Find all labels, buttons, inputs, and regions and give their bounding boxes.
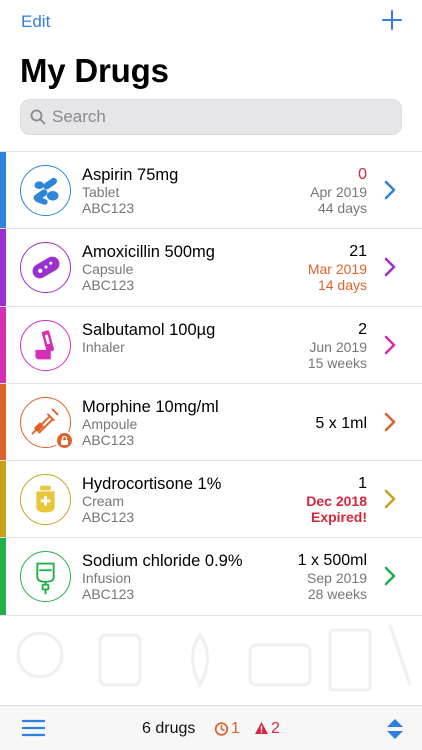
- drug-code: ABC123: [82, 509, 135, 526]
- infusion-bag-icon: [36, 563, 55, 595]
- drug-code: ABC123: [82, 586, 135, 603]
- drug-remaining: 44 days: [317, 200, 367, 216]
- chevron-right-icon: [384, 489, 396, 509]
- search-placeholder: Search: [52, 107, 106, 126]
- drug-quantity: 5 x 1ml: [315, 414, 367, 432]
- warning-icon: [255, 722, 268, 734]
- drug-quantity: 2: [358, 320, 367, 338]
- drug-code: ABC123: [82, 277, 135, 294]
- drug-row[interactable]: Amoxicillin 500mg Capsule ABC123 21 Mar …: [0, 229, 422, 307]
- drug-code: ABC123: [82, 200, 135, 216]
- color-stripe: [0, 538, 6, 615]
- sort-arrows-icon[interactable]: [386, 718, 404, 740]
- cream-tube-icon: [36, 485, 55, 513]
- drug-expiry: Dec 2018: [306, 493, 367, 510]
- tablets-icon: [33, 177, 59, 205]
- drug-quantity: 21: [349, 243, 367, 261]
- drug-remaining: 15 weeks: [307, 354, 367, 371]
- page-title: My Drugs: [20, 52, 169, 89]
- drug-quantity: 1: [358, 475, 367, 493]
- drug-remaining: 14 days: [317, 277, 367, 294]
- color-stripe: [0, 383, 6, 461]
- drug-name: Hydrocortisone 1%: [82, 475, 222, 494]
- drug-expiry: Jun 2019: [309, 338, 367, 355]
- chevron-right-icon: [384, 567, 396, 586]
- lock-icon: [55, 430, 74, 450]
- drug-form: Infusion: [82, 570, 132, 587]
- drug-name: Aspirin 75mg: [82, 166, 179, 184]
- drug-form: Tablet: [82, 184, 120, 200]
- drug-count: 6 drugs: [142, 720, 196, 737]
- drug-code: ABC123: [82, 431, 135, 448]
- navigation-bar: Edit: [0, 0, 422, 44]
- drug-expiry: Sep 2019: [307, 570, 367, 587]
- drug-quantity: 1 x 500ml: [297, 552, 367, 570]
- drug-form: Capsule: [82, 261, 134, 278]
- drug-expiry: Mar 2019: [307, 261, 367, 278]
- drug-remaining: 28 weeks: [307, 586, 367, 603]
- plus-icon[interactable]: [380, 8, 404, 32]
- drug-row[interactable]: Hydrocortisone 1% Cream ABC123 1 Dec 201…: [0, 461, 422, 539]
- drug-icon-circle: [20, 551, 71, 603]
- drug-icon-circle: [20, 319, 71, 371]
- color-stripe: [0, 306, 6, 383]
- drug-row[interactable]: Sodium chloride 0.9% Infusion ABC123 1 x…: [0, 538, 422, 616]
- bottom-toolbar: 6 drugs 1 2: [0, 705, 422, 750]
- color-stripe: [0, 152, 6, 229]
- capsule-icon: [32, 256, 60, 279]
- drug-row[interactable]: Morphine 10mg/ml Ampoule ABC123 5 x 1ml: [0, 383, 422, 462]
- drug-name: Amoxicillin 500mg: [82, 243, 215, 262]
- chevron-right-icon: [384, 412, 396, 432]
- drug-icon-circle: [20, 474, 71, 526]
- drug-form: Inhaler: [82, 338, 125, 355]
- drug-icon-circle: [20, 242, 71, 294]
- timer-icon: [214, 722, 229, 736]
- chevron-right-icon: [384, 257, 396, 277]
- edit-button[interactable]: Edit: [21, 12, 50, 32]
- inhaler-icon: [35, 329, 54, 360]
- drug-expiry: Apr 2019: [310, 184, 367, 200]
- expired-count: 2: [271, 720, 280, 737]
- drug-row[interactable]: Aspirin 75mg Tablet ABC123 0 Apr 2019 44…: [0, 152, 422, 230]
- hamburger-icon[interactable]: [22, 719, 45, 737]
- chevron-right-icon: [384, 180, 396, 200]
- drug-name: Sodium chloride 0.9%: [82, 552, 243, 571]
- drug-remaining: Expired!: [310, 509, 367, 526]
- drug-quantity: 0: [358, 166, 367, 183]
- drug-name: Salbutamol 100µg: [82, 320, 216, 339]
- search-input[interactable]: Search: [20, 99, 402, 135]
- drug-name: Morphine 10mg/ml: [82, 397, 219, 416]
- drug-form: Ampoule: [82, 415, 138, 432]
- color-stripe: [0, 461, 6, 538]
- drug-form: Cream: [82, 493, 125, 510]
- search-icon: [30, 109, 46, 125]
- color-stripe: [0, 229, 6, 306]
- drug-list: Aspirin 75mg Tablet ABC123 0 Apr 2019 44…: [0, 151, 422, 616]
- drug-icon-circle: [20, 396, 74, 450]
- background-pattern: [16, 624, 412, 692]
- expiring-count: 1: [231, 720, 240, 737]
- drug-row[interactable]: Salbutamol 100µg Inhaler 2 Jun 2019 15 w…: [0, 306, 422, 384]
- drug-icon-circle: [20, 165, 71, 216]
- chevron-right-icon: [384, 335, 396, 354]
